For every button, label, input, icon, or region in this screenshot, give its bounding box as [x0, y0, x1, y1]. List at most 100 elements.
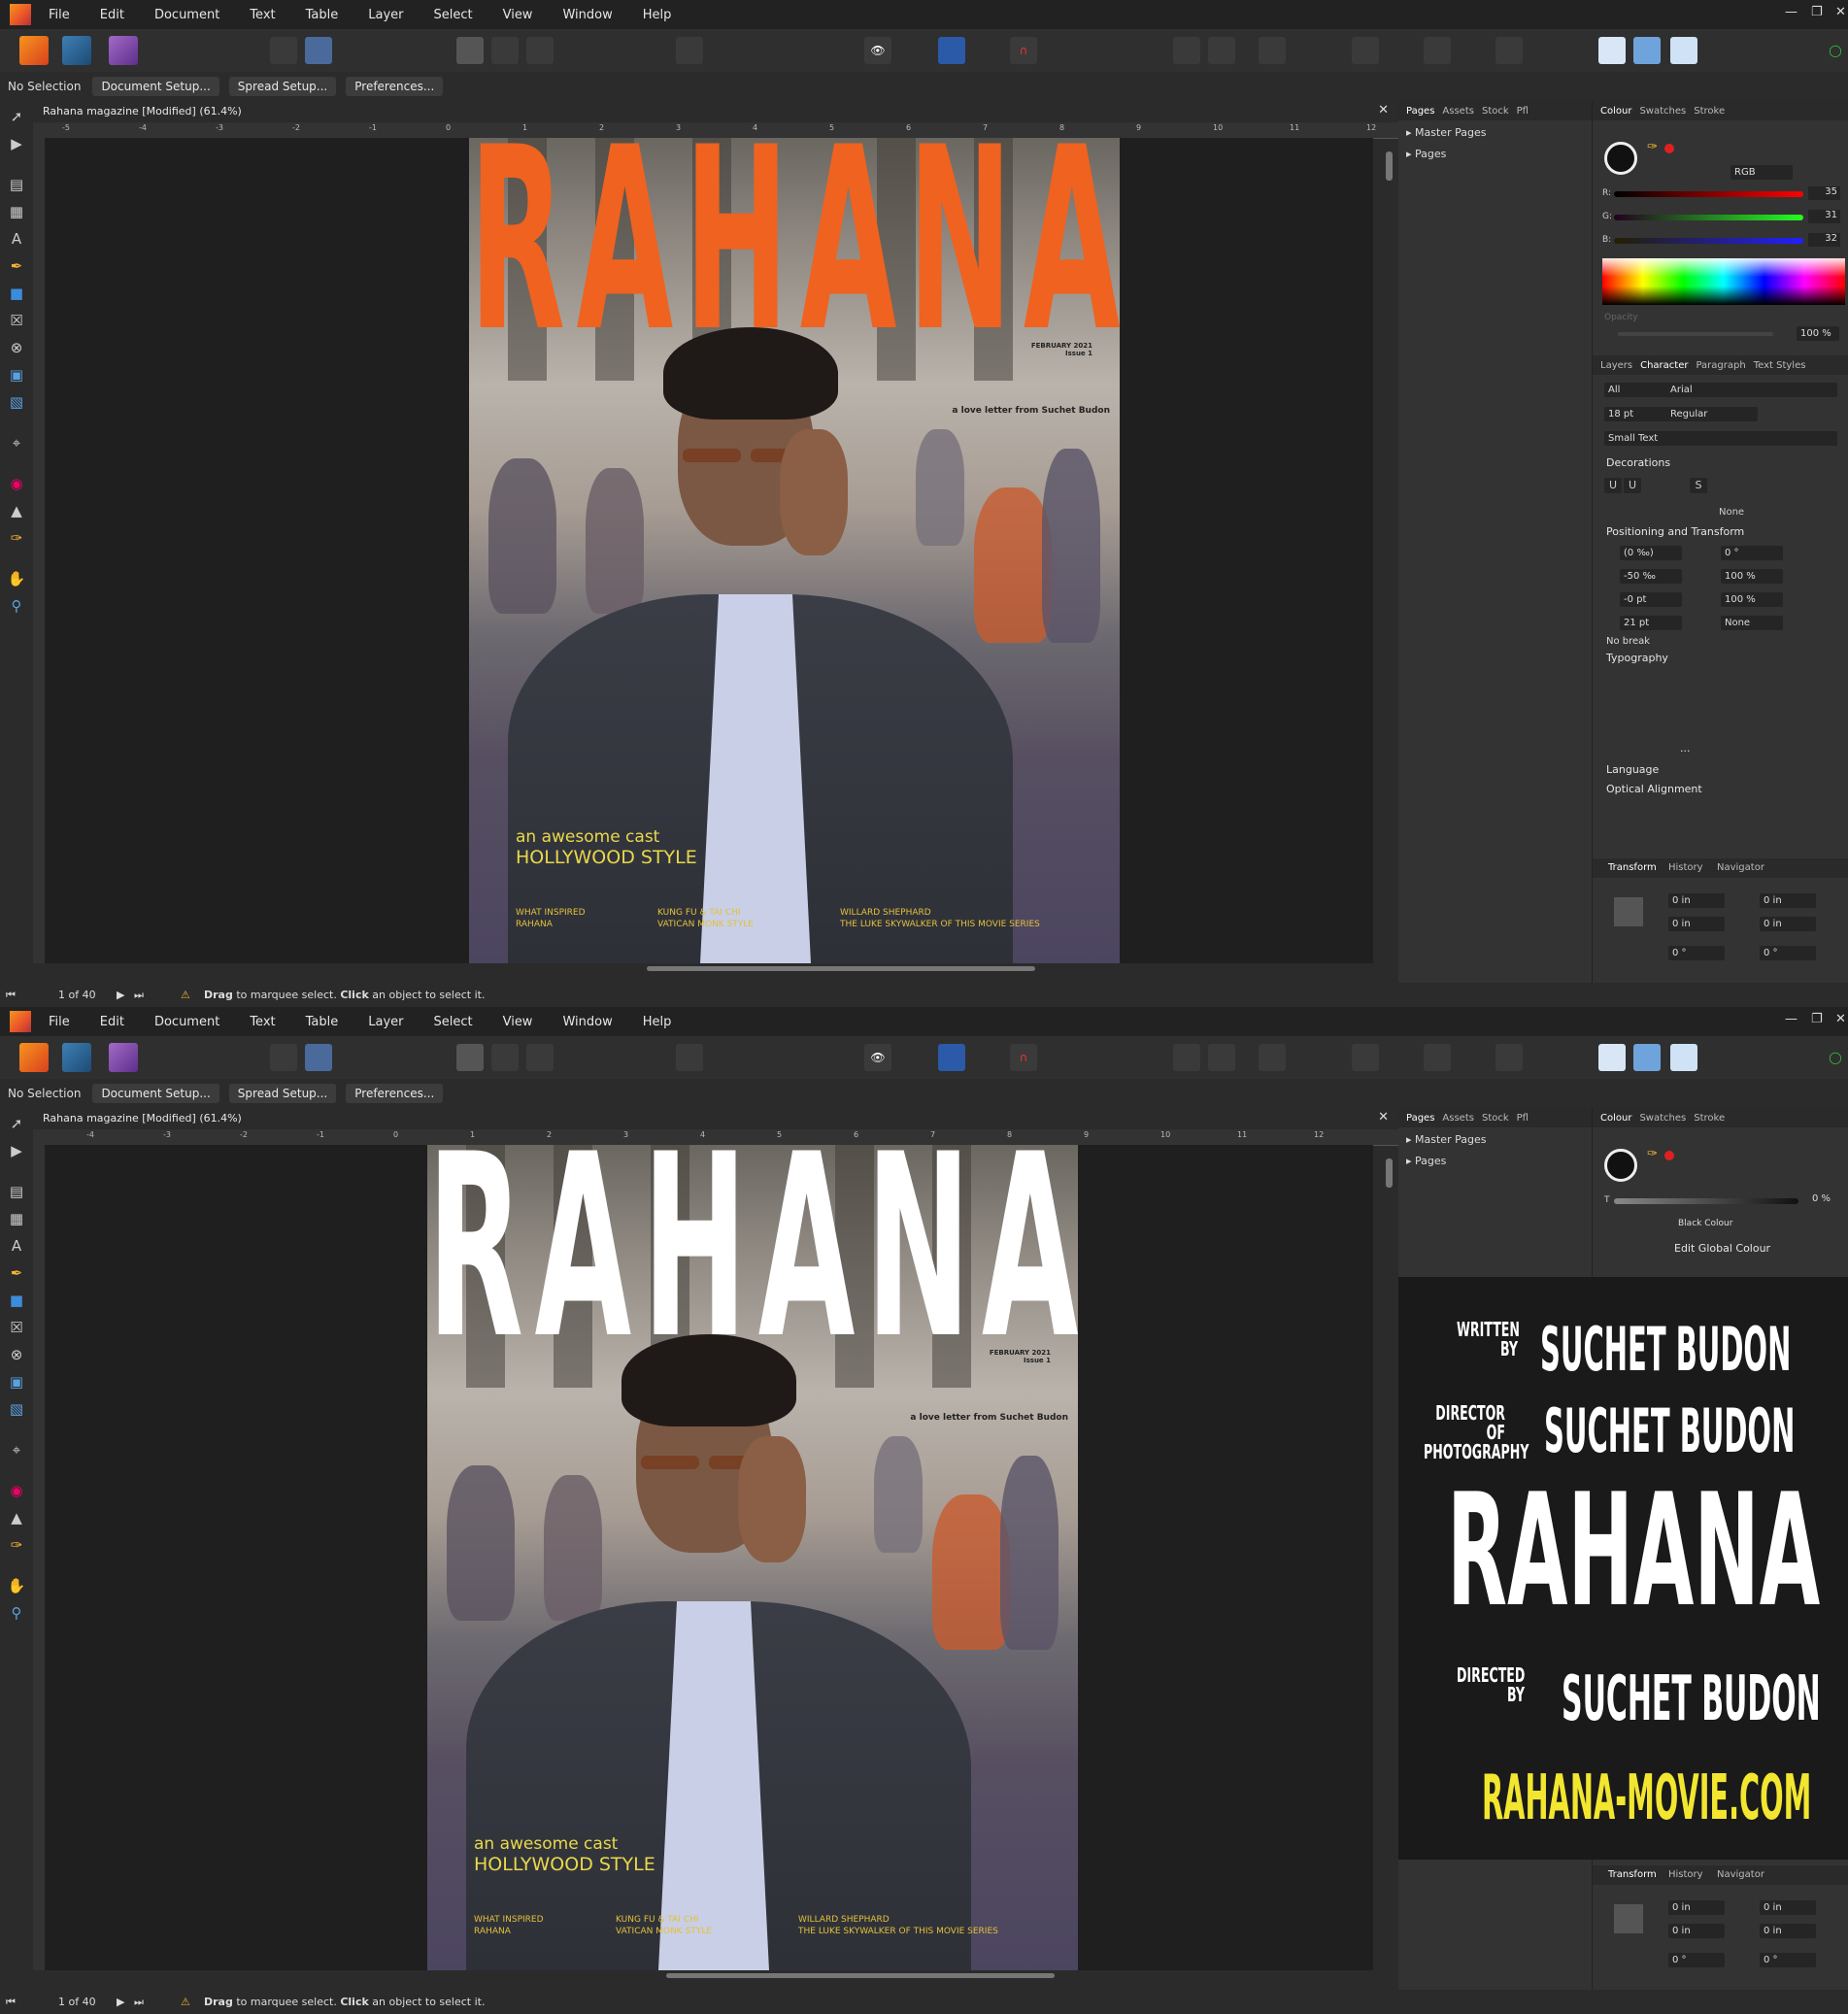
user-icon-2[interactable]: ◯ [1822, 1044, 1848, 1071]
minimize-icon-2[interactable]: — [1785, 1012, 1798, 1026]
document-setup-button[interactable]: Document Setup... [92, 77, 219, 96]
transform-y-input-2[interactable]: 0 in [1668, 1924, 1725, 1938]
transform-w-input[interactable]: 0 in [1760, 893, 1816, 908]
affinity-publisher-logo-icon[interactable] [10, 4, 31, 25]
distribute-icon-2[interactable] [1259, 1044, 1286, 1071]
horizontal-scroll-thumb[interactable] [647, 966, 1035, 971]
fill-tool-icon[interactable]: ◉ [7, 474, 26, 493]
red-slider[interactable]: R: 35 [1602, 186, 1845, 202]
move-tool-icon-2[interactable]: ➚ [7, 1114, 26, 1133]
s-select[interactable]: None [1721, 616, 1783, 630]
menu-window[interactable]: Window [562, 8, 612, 22]
vertical-scrollbar[interactable] [1386, 142, 1393, 963]
share-icon[interactable] [305, 37, 332, 64]
distribute-icon[interactable] [1259, 37, 1286, 64]
green-value[interactable]: 31 [1808, 210, 1840, 223]
preferences-button-2[interactable]: Preferences... [346, 1084, 444, 1103]
table-icon[interactable] [526, 37, 554, 64]
rectangle-tool-icon[interactable]: ■ [7, 284, 26, 303]
menu-layer[interactable]: Layer [368, 8, 403, 22]
double-underline-icon[interactable]: U [1624, 478, 1641, 493]
share-icon-2[interactable] [305, 1044, 332, 1071]
text-frame-icon-2[interactable] [456, 1044, 484, 1071]
close-document-icon-2[interactable]: ✕ [1378, 1110, 1389, 1124]
menu-help-2[interactable]: Help [643, 1015, 672, 1029]
leading-input[interactable]: 21 pt [1620, 616, 1682, 630]
photo-persona-icon-2[interactable] [109, 1043, 138, 1072]
horizontal-scrollbar[interactable] [45, 966, 1373, 973]
green-track[interactable] [1614, 215, 1803, 220]
layer-icon[interactable] [1633, 37, 1661, 64]
menu-view-2[interactable]: View [503, 1015, 533, 1029]
assistant-icon[interactable] [1598, 37, 1626, 64]
crop-tool-icon-2[interactable]: ⌖ [7, 1440, 26, 1460]
optical-alignment-header[interactable]: Optical Alignment [1606, 783, 1702, 795]
tab-assets[interactable]: Assets [1442, 106, 1474, 117]
picture-frame-icon[interactable] [491, 37, 519, 64]
menu-select[interactable]: Select [433, 8, 472, 22]
font-weight-select[interactable]: Regular [1666, 407, 1758, 421]
menu-document[interactable]: Document [154, 8, 219, 22]
rectangle-tool-icon-2[interactable]: ■ [7, 1291, 26, 1310]
fill-stroke-swatch-icon-2[interactable] [1604, 1149, 1637, 1182]
horizontal-ruler[interactable]: -5 -4 -3 -2 -1 0 1 2 3 4 5 6 7 8 9 10 11 12 [33, 122, 1398, 139]
flip-icon-2[interactable] [1352, 1044, 1379, 1071]
baseline-input[interactable]: -0 pt [1620, 592, 1682, 607]
zoom-tool-icon[interactable]: ⚲ [7, 596, 26, 616]
pin-tool-icon-2[interactable] [1495, 1044, 1523, 1071]
view-tool-icon[interactable]: ✋ [7, 569, 26, 588]
horizontal-scale-input[interactable]: 100 % [1721, 592, 1783, 607]
tab-transform-2[interactable]: Transform [1608, 1869, 1657, 1880]
opacity-value[interactable]: 100 % [1797, 326, 1839, 341]
horizontal-scrollbar-2[interactable] [45, 1973, 1373, 1980]
edit-global-colour-button[interactable]: Edit Global Colour [1674, 1242, 1770, 1255]
tracking-input[interactable]: -50 ‰ [1620, 569, 1682, 584]
table-place-tool-icon[interactable]: ▧ [7, 392, 26, 412]
colour-model-select[interactable]: RGB [1730, 165, 1793, 180]
blue-slider[interactable]: B: 32 [1602, 233, 1845, 249]
preview-icon-2[interactable]: 👁 [864, 1044, 891, 1071]
tint-slider[interactable] [1614, 1198, 1798, 1204]
transform-r-input-2[interactable]: 0 ° [1668, 1953, 1725, 1967]
menu-layer-2[interactable]: Layer [368, 1015, 403, 1029]
designer-persona-icon-2[interactable] [62, 1043, 91, 1072]
underline-icon[interactable]: U [1604, 478, 1622, 493]
menu-edit-2[interactable]: Edit [100, 1015, 124, 1029]
magazine-cover-page[interactable]: R A H A N A FEBRUARY 2021 Issue 1a love letter … [469, 138, 1120, 963]
last-page-icon[interactable]: ⏭ [134, 989, 144, 1002]
menu-text-2[interactable]: Text [250, 1015, 275, 1029]
eyedropper-icon-2[interactable]: ✑ [1647, 1147, 1658, 1161]
pen-tool-icon-2[interactable]: ✒ [7, 1263, 26, 1283]
sync-icon-2[interactable] [1670, 1044, 1697, 1071]
tab-transform[interactable]: Transform [1608, 862, 1657, 873]
home-icon[interactable] [270, 37, 297, 64]
decorations-header[interactable]: Decorations [1606, 456, 1670, 469]
tab-navigator-2[interactable]: Navigator [1717, 1869, 1764, 1880]
blue-track[interactable] [1614, 238, 1803, 244]
font-family-select[interactable]: Arial [1666, 383, 1837, 397]
tab-assets-2[interactable]: Assets [1442, 1113, 1474, 1124]
first-page-icon-2[interactable]: ⏮ [6, 1996, 16, 2009]
arrange-icon[interactable] [1208, 37, 1235, 64]
colour-picker-tool-icon[interactable]: ✑ [7, 528, 26, 548]
align-icon-2[interactable] [1173, 1044, 1200, 1071]
tab-preflight-2[interactable]: Pfl [1517, 1113, 1529, 1124]
tab-stock[interactable]: Stock [1482, 106, 1509, 117]
last-page-icon-2[interactable]: ⏭ [134, 1996, 144, 2009]
table-tool-icon[interactable]: ▦ [7, 202, 26, 221]
transform-r-input[interactable]: 0 ° [1668, 946, 1725, 960]
preferences-button[interactable]: Preferences... [346, 77, 444, 96]
tab-navigator[interactable]: Navigator [1717, 862, 1764, 873]
tab-pages-2[interactable]: Pages [1406, 1113, 1434, 1124]
designer-persona-icon[interactable] [62, 36, 91, 65]
menu-text[interactable]: Text [250, 8, 275, 22]
master-pages-row-2[interactable]: ▸ Master Pages [1406, 1133, 1486, 1146]
vertical-scale-input[interactable]: 100 % [1721, 569, 1783, 584]
document-tab-2[interactable]: Rahana magazine [Modified] (61.4%) ✕ [33, 1108, 1398, 1130]
transparency-tool-icon-2[interactable]: ▲ [7, 1508, 26, 1527]
positioning-header[interactable]: Positioning and Transform [1606, 525, 1744, 538]
document-setup-button-2[interactable]: Document Setup... [92, 1084, 219, 1103]
zoom-tool-icon-2[interactable]: ⚲ [7, 1603, 26, 1623]
colour-spectrum[interactable] [1602, 258, 1845, 305]
boolean-icon-2[interactable] [1424, 1044, 1451, 1071]
